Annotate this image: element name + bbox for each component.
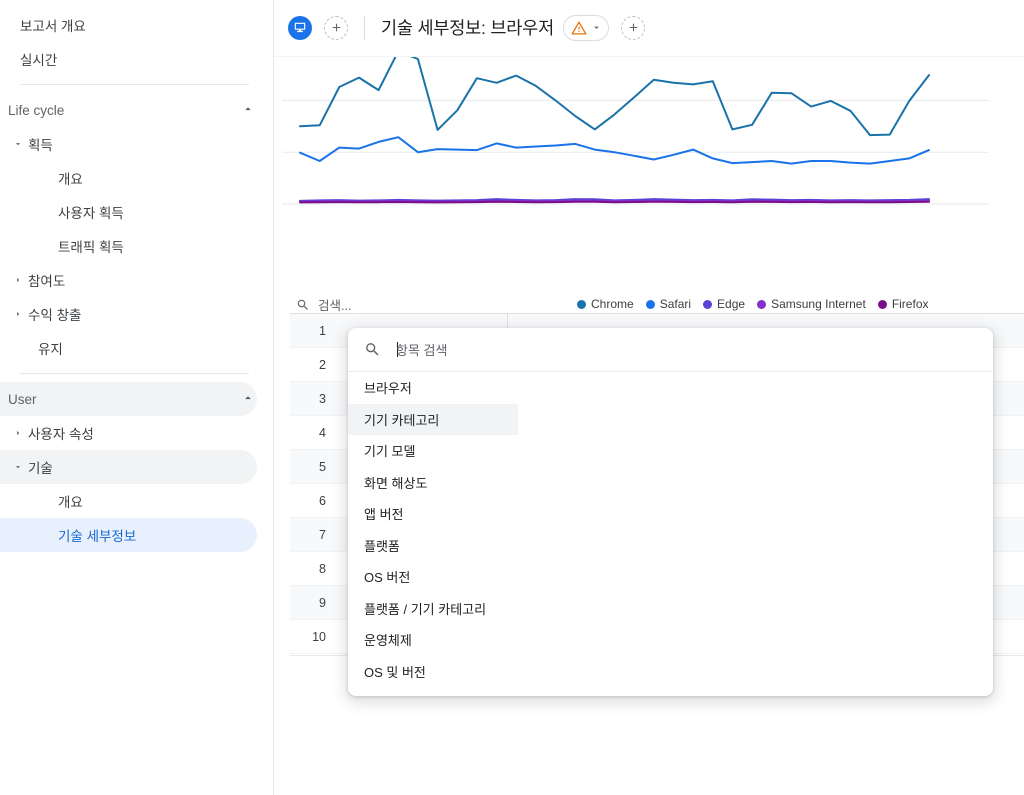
- sidebar-item-label: 획득: [28, 138, 53, 153]
- sidebar-item-label: Life cycle: [8, 102, 65, 118]
- sidebar-item-label: 사용자 획득: [58, 206, 124, 221]
- chevron-up-icon[interactable]: [241, 102, 257, 118]
- sidebar-item-label: 참여도: [28, 274, 66, 289]
- sidebar-divider: [20, 84, 249, 85]
- dimension-option-label: 앱 버전: [364, 507, 404, 523]
- row-index: 1: [319, 323, 326, 338]
- top-bar: 기술 세부정보: 브라우저: [274, 0, 1024, 56]
- chevron-right-icon: [8, 428, 28, 438]
- desktop-icon[interactable]: [288, 15, 312, 40]
- sidebar-item-13[interactable]: 사용자 속성: [0, 416, 257, 450]
- row-index: 9: [319, 595, 326, 610]
- dimension-option-label: 플랫폼: [364, 538, 400, 554]
- dimension-option-label: 브라우저: [364, 381, 412, 397]
- sidebar-item-label: 보고서 개요: [20, 19, 86, 34]
- sidebar-item-8[interactable]: 참여도: [0, 263, 257, 297]
- dimension-option-list: 브라우저기기 카테고리기기 모델화면 해상도앱 버전플랫폼 OS 버전플랫폼 / …: [348, 372, 993, 687]
- dimension-option[interactable]: 앱 버전: [348, 498, 993, 530]
- sidebar: 보고서 개요 실시간 Life cycle 획득 개요 사용자 획득 트래픽 획득 참여도 수익…: [0, 0, 274, 795]
- sidebar-item-0[interactable]: 보고서 개요: [0, 8, 257, 42]
- chevron-right-icon: [8, 275, 28, 285]
- sidebar-item-label: 실시간: [20, 53, 58, 68]
- row-index: 3: [319, 391, 326, 406]
- sidebar-item-label: 기술 세부정보: [58, 529, 137, 544]
- app-root: 보고서 개요 실시간 Life cycle 획득 개요 사용자 획득 트래픽 획득 참여도 수익…: [0, 0, 1024, 795]
- dimension-option[interactable]: 플랫폼 / 기기 카테고리: [348, 593, 993, 625]
- dimension-picker-dropdown[interactable]: 항목 검색 브라우저기기 카테고리기기 모델화면 해상도앱 버전플랫폼 OS 버전…: [348, 328, 993, 696]
- sidebar-item-9[interactable]: 수익 창출: [0, 297, 257, 331]
- chart-line-chrome: [299, 57, 930, 137]
- dimension-option[interactable]: 브라우저: [348, 372, 993, 404]
- sidebar-item-label: 개요: [58, 172, 83, 187]
- sidebar-item-4[interactable]: 획득: [0, 127, 257, 161]
- sidebar-item-1[interactable]: 실시간: [0, 42, 257, 76]
- sidebar-item-label: 유지: [38, 342, 63, 357]
- page-title: 기술 세부정보: 브라우저: [381, 18, 554, 38]
- sidebar-divider: [20, 373, 249, 374]
- row-index: 7: [319, 527, 326, 542]
- dimension-search-placeholder: 항목 검색: [396, 343, 448, 358]
- row-index: 6: [319, 493, 326, 508]
- dimension-option[interactable]: 기기 모델: [348, 435, 993, 467]
- sidebar-item-label: 트래픽 획득: [58, 240, 124, 255]
- sidebar-item-label: 기술: [28, 461, 53, 476]
- dimension-option-label: 운영체제: [364, 633, 412, 649]
- dimension-option-label: 기기 카테고리: [364, 412, 440, 428]
- dimension-option-label: OS 버전: [364, 570, 411, 586]
- sidebar-item-14[interactable]: 기술: [0, 450, 257, 484]
- warning-triangle-icon: [571, 21, 587, 34]
- sidebar-item-5[interactable]: 개요: [0, 161, 257, 195]
- sidebar-item-16[interactable]: 기술 세부정보: [0, 518, 257, 552]
- dimension-option[interactable]: OS 및 버전: [348, 656, 993, 688]
- sidebar-item-12[interactable]: User: [0, 382, 257, 416]
- sidebar-item-10[interactable]: 유지: [0, 331, 257, 365]
- chevron-down-icon: [8, 139, 28, 149]
- sidebar-item-label: 사용자 속성: [28, 427, 94, 442]
- chevron-down-icon: [8, 462, 28, 472]
- sidebar-item-label: 수익 창출: [28, 308, 82, 323]
- sidebar-item-6[interactable]: 사용자 획득: [0, 195, 257, 229]
- chevron-down-icon: [594, 26, 599, 29]
- dimension-option[interactable]: OS 버전: [348, 561, 993, 593]
- dimension-option[interactable]: 플랫폼: [348, 530, 993, 562]
- sidebar-item-label: User: [8, 391, 37, 407]
- search-icon: [297, 299, 308, 310]
- dimension-option-label: OS 및 버전: [364, 664, 426, 680]
- row-index: 8: [319, 561, 326, 576]
- dimension-option[interactable]: 화면 해상도: [348, 467, 993, 499]
- dimension-option-label: 플랫폼 / 기기 카테고리: [364, 601, 487, 617]
- dimension-option[interactable]: 운영체제: [348, 624, 993, 656]
- dimension-option[interactable]: 기기 카테고리: [348, 403, 518, 435]
- sidebar-item-label: 개요: [58, 495, 83, 510]
- sidebar-item-15[interactable]: 개요: [0, 484, 257, 518]
- dimension-search-row[interactable]: 항목 검색: [348, 328, 993, 372]
- toolbar-divider: [364, 15, 365, 40]
- dimension-option-label: 기기 모델: [364, 444, 416, 460]
- add-comparison-button[interactable]: [621, 15, 645, 40]
- add-property-button[interactable]: [324, 15, 348, 40]
- table-search-placeholder: 검색...: [318, 299, 352, 313]
- row-index: 10: [312, 629, 326, 644]
- chart-line-safari: [299, 136, 930, 165]
- chevron-up-icon[interactable]: [241, 391, 257, 407]
- chevron-right-icon: [8, 309, 28, 319]
- browser-trend-chart: [274, 57, 1024, 227]
- dimension-option-label: 화면 해상도: [364, 475, 428, 491]
- search-icon: [366, 343, 379, 356]
- row-index: 5: [319, 459, 326, 474]
- chart-line-firefox: [299, 200, 930, 204]
- warning-dropdown-button[interactable]: [563, 14, 609, 41]
- sidebar-item-7[interactable]: 트래픽 획득: [0, 229, 257, 263]
- sidebar-item-3[interactable]: Life cycle: [0, 93, 257, 127]
- row-index: 2: [319, 357, 326, 372]
- chart-canvas: [282, 57, 989, 205]
- row-index: 4: [319, 425, 326, 440]
